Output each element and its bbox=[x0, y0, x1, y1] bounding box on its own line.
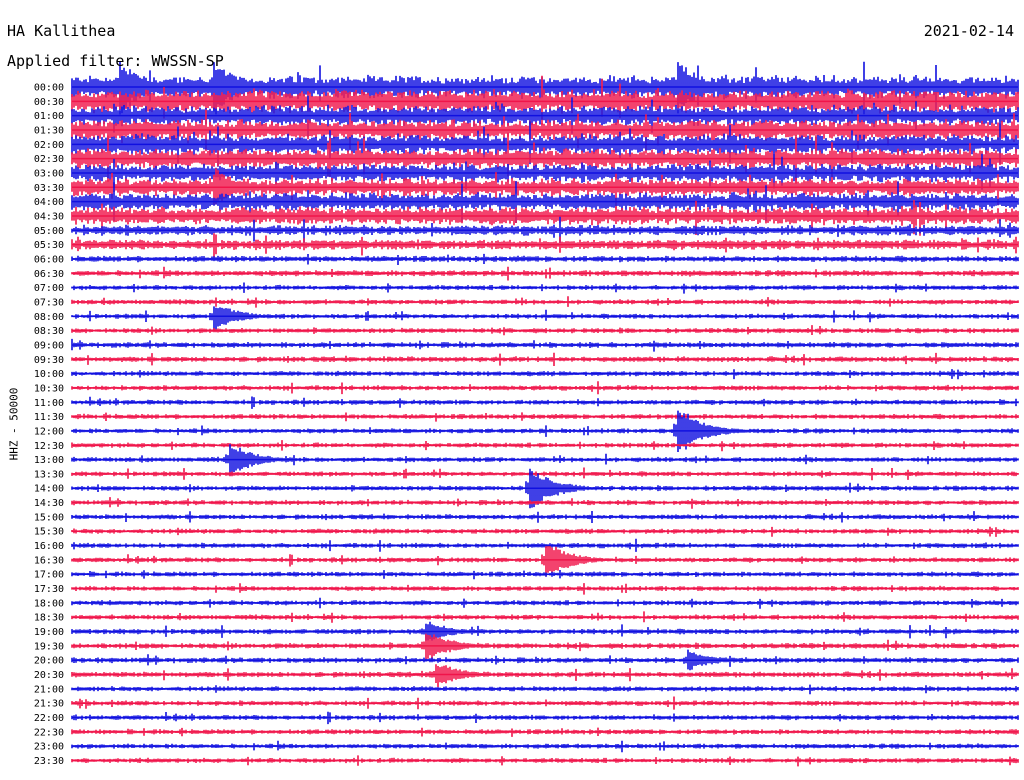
time-label: 06:00 bbox=[34, 254, 64, 265]
time-label: 16:30 bbox=[34, 555, 64, 566]
time-label: 12:00 bbox=[34, 426, 64, 437]
time-label: 03:30 bbox=[34, 183, 64, 194]
time-label: 05:30 bbox=[34, 240, 64, 251]
time-label: 13:30 bbox=[34, 469, 64, 480]
time-label: 19:30 bbox=[34, 641, 64, 652]
station-title: HA Kallithea bbox=[7, 22, 116, 40]
time-label: 11:30 bbox=[34, 412, 64, 423]
time-label: 19:00 bbox=[34, 627, 64, 638]
time-label: 08:00 bbox=[34, 312, 64, 323]
time-label: 14:00 bbox=[34, 484, 64, 495]
time-label: 04:30 bbox=[34, 211, 64, 222]
time-label: 07:30 bbox=[34, 297, 64, 308]
filter-label: Applied filter: WWSSN-SP bbox=[7, 52, 224, 70]
time-label: 06:30 bbox=[34, 269, 64, 280]
time-label: 05:00 bbox=[34, 226, 64, 237]
time-label: 04:00 bbox=[34, 197, 64, 208]
time-label: 07:00 bbox=[34, 283, 64, 294]
time-label: 17:00 bbox=[34, 570, 64, 581]
time-label: 23:30 bbox=[34, 756, 64, 767]
time-label: 01:30 bbox=[34, 125, 64, 136]
time-label: 09:00 bbox=[34, 340, 64, 351]
time-label: 08:30 bbox=[34, 326, 64, 337]
time-label: 17:30 bbox=[34, 584, 64, 595]
trace-row bbox=[71, 664, 1019, 688]
time-label: 15:30 bbox=[34, 527, 64, 538]
time-label: 00:30 bbox=[34, 97, 64, 108]
time-label: 13:00 bbox=[34, 455, 64, 466]
seismogram-plot: 00:00 00:30 01:00 01:30 02:00 02:30 03:00 03:30… bbox=[34, 61, 1019, 768]
time-label: 22:00 bbox=[34, 713, 64, 724]
time-label: 23:00 bbox=[34, 742, 64, 753]
time-label: 12:30 bbox=[34, 441, 64, 452]
time-label: 16:00 bbox=[34, 541, 64, 552]
time-label: 18:00 bbox=[34, 598, 64, 609]
time-axis-labels: 00:00 00:30 01:00 01:30 02:00 02:30 03:00 03:30… bbox=[34, 83, 64, 768]
time-label: 18:30 bbox=[34, 613, 64, 624]
time-label: 20:00 bbox=[34, 656, 64, 667]
time-label: 10:30 bbox=[34, 383, 64, 394]
time-label: 00:00 bbox=[34, 83, 64, 94]
trace-row bbox=[71, 233, 1019, 258]
time-label: 09:30 bbox=[34, 355, 64, 366]
time-label: 03:00 bbox=[34, 168, 64, 179]
time-label: 02:30 bbox=[34, 154, 64, 165]
time-label: 22:30 bbox=[34, 727, 64, 738]
time-label: 21:30 bbox=[34, 699, 64, 710]
trace-row bbox=[71, 306, 1019, 331]
channel-label: HHZ - 50000 bbox=[7, 387, 21, 461]
trace-row bbox=[71, 633, 1019, 661]
time-label: 15:00 bbox=[34, 512, 64, 523]
time-label: 02:00 bbox=[34, 140, 64, 151]
time-label: 10:00 bbox=[34, 369, 64, 380]
time-label: 21:00 bbox=[34, 684, 64, 695]
seismogram-traces bbox=[71, 61, 1019, 767]
time-label: 20:30 bbox=[34, 670, 64, 681]
time-label: 01:00 bbox=[34, 111, 64, 122]
time-label: 14:30 bbox=[34, 498, 64, 509]
time-label: 11:00 bbox=[34, 398, 64, 409]
date-label: 2021-02-14 bbox=[923, 22, 1014, 40]
